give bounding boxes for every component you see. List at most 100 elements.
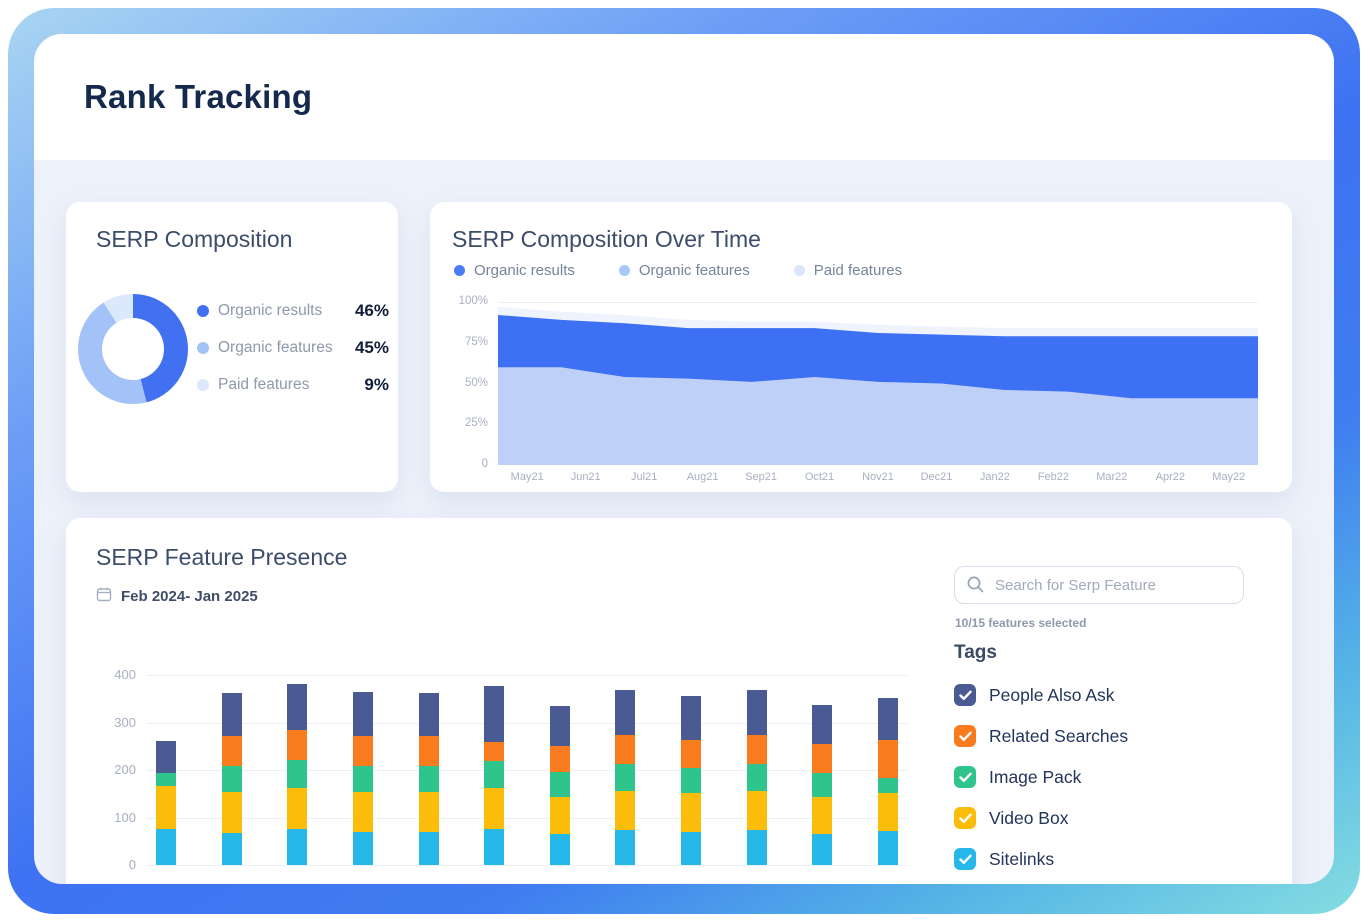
bar-segment — [156, 741, 176, 773]
x-tick-label: Sep21 — [745, 471, 777, 483]
app-frame: Rank Tracking SERP Composition Organic r… — [8, 8, 1360, 914]
legend-dot — [619, 265, 630, 276]
legend-item: Organic features45% — [197, 336, 389, 360]
legend-dot — [197, 379, 209, 391]
y-tick-label: 400 — [86, 667, 136, 682]
x-tick-label: Nov21 — [862, 471, 894, 483]
date-range[interactable]: Feb 2024- Jan 2025 — [96, 586, 258, 607]
bar — [550, 706, 570, 865]
bar-segment — [353, 766, 373, 792]
bar-segment — [878, 793, 898, 831]
bar-segment — [615, 690, 635, 735]
feature-presence-title: SERP Feature Presence — [96, 544, 347, 571]
serp-over-time-legend: Organic resultsOrganic featuresPaid feat… — [454, 262, 902, 279]
checkbox-checked-icon[interactable] — [954, 684, 976, 706]
x-tick-label: Oct21 — [805, 471, 834, 483]
legend-label: Organic results — [218, 302, 355, 320]
checkbox-checked-icon[interactable] — [954, 725, 976, 747]
x-tick-label: May21 — [511, 471, 544, 483]
bar-segment — [484, 761, 504, 789]
bar — [681, 696, 701, 865]
bar-segment — [681, 793, 701, 832]
bar — [747, 690, 767, 865]
bar-segment — [419, 693, 439, 737]
legend-value: 45% — [355, 338, 389, 358]
bar-segment — [156, 786, 176, 829]
bar-segment — [681, 768, 701, 794]
gridline — [146, 865, 908, 866]
x-tick-label: Jul21 — [631, 471, 657, 483]
legend-item: Organic features — [619, 262, 750, 279]
bar-segment — [550, 797, 570, 834]
tag-label: Image Pack — [989, 767, 1081, 788]
legend-label: Paid features — [218, 376, 364, 394]
x-tick-label: May22 — [1212, 471, 1245, 483]
y-tick-label: 0 — [86, 857, 136, 872]
serp-composition-title: SERP Composition — [96, 226, 292, 253]
y-tick-label: 75% — [442, 336, 488, 348]
bar-segment — [156, 773, 176, 786]
bar — [484, 686, 504, 865]
y-tick-label: 0 — [442, 458, 488, 470]
bar-segment — [812, 834, 832, 865]
feature-presence-bar-chart — [146, 675, 908, 865]
bar-segment — [419, 832, 439, 865]
bar-segment — [419, 792, 439, 832]
x-tick-label: Feb22 — [1038, 471, 1069, 483]
y-tick-label: 25% — [442, 417, 488, 429]
x-tick-label: Jan22 — [980, 471, 1010, 483]
x-tick-label: Apr22 — [1156, 471, 1185, 483]
bar-segment — [550, 772, 570, 797]
y-tick-label: 100 — [86, 810, 136, 825]
page-header: Rank Tracking — [34, 34, 1334, 160]
bar-segment — [484, 686, 504, 742]
bar-segment — [484, 829, 504, 865]
tag-label: Video Box — [989, 808, 1068, 829]
legend-value: 9% — [364, 375, 389, 395]
serp-over-time-title: SERP Composition Over Time — [452, 226, 761, 253]
bar-segment — [353, 736, 373, 766]
features-selected-count: 10/15 features selected — [955, 616, 1086, 630]
bars-group — [146, 675, 908, 865]
tag-label: Related Searches — [989, 726, 1128, 747]
checkbox-checked-icon[interactable] — [954, 766, 976, 788]
tag-row[interactable]: Sitelinks — [954, 846, 1128, 872]
area-x-axis: May21Jun21Jul21Aug21Sep21Oct21Nov21Dec21… — [498, 471, 1258, 485]
bar-segment — [747, 690, 767, 735]
checkbox-checked-icon[interactable] — [954, 807, 976, 829]
bar-segment — [287, 788, 307, 829]
tag-label: People Also Ask — [989, 685, 1115, 706]
bar-segment — [353, 792, 373, 832]
tag-row[interactable]: Image Pack — [954, 764, 1128, 790]
tag-row[interactable]: Video Box — [954, 805, 1128, 831]
bar-segment — [222, 693, 242, 737]
bar-segment — [878, 698, 898, 740]
legend-dot — [197, 342, 209, 354]
bar-segment — [812, 797, 832, 834]
checkbox-checked-icon[interactable] — [954, 848, 976, 870]
bar-segment — [550, 706, 570, 746]
tag-row[interactable]: Related Searches — [954, 723, 1128, 749]
bar-segment — [681, 740, 701, 768]
bar-segment — [484, 788, 504, 829]
bar-segment — [222, 766, 242, 792]
bar-segment — [222, 792, 242, 833]
bar — [419, 693, 439, 865]
bar-segment — [812, 705, 832, 744]
tag-row[interactable]: People Also Ask — [954, 682, 1128, 708]
serp-feature-presence-card: SERP Feature Presence Feb 2024- Jan 2025… — [66, 518, 1292, 884]
y-tick-label: 300 — [86, 715, 136, 730]
legend-label: Organic results — [474, 262, 575, 279]
legend-item: Organic results — [454, 262, 575, 279]
legend-dot — [197, 305, 209, 317]
bar-segment — [287, 684, 307, 730]
legend-label: Organic features — [639, 262, 750, 279]
search-input[interactable] — [954, 566, 1244, 604]
y-tick-label: 50% — [442, 377, 488, 389]
bar-segment — [615, 764, 635, 791]
bar-segment — [747, 764, 767, 791]
bar-segment — [287, 760, 307, 788]
calendar-icon — [96, 586, 112, 607]
bar-segment — [353, 692, 373, 736]
tags-heading: Tags — [954, 642, 997, 664]
